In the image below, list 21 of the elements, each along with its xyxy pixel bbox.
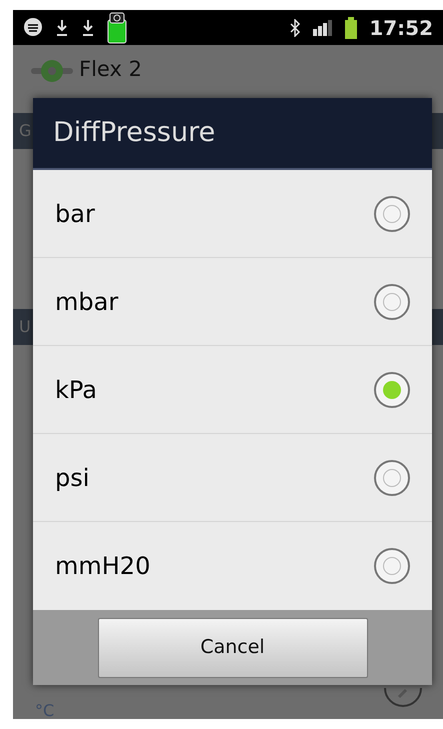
battery-icon (345, 16, 358, 38)
dialog-title: DiffPressure (33, 98, 432, 170)
option-row[interactable]: mbar (33, 258, 432, 346)
option-row[interactable]: bar (33, 170, 432, 258)
download-icon (55, 18, 69, 36)
radio-button[interactable] (374, 460, 410, 496)
cancel-button[interactable]: Cancel (98, 618, 368, 678)
radio-button[interactable] (374, 548, 410, 584)
radio-button[interactable] (374, 372, 410, 408)
app-title: Flex 2 (79, 56, 142, 84)
option-row[interactable]: mmH20 (33, 522, 432, 610)
device-icon (107, 12, 127, 44)
status-time: 17:52 (369, 14, 433, 42)
bluetooth-icon (289, 18, 302, 36)
download-icon (81, 18, 95, 36)
option-row[interactable]: psi (33, 434, 432, 522)
radio-button[interactable] (374, 196, 410, 232)
radio-button[interactable] (374, 284, 410, 320)
signal-icon (313, 20, 334, 36)
option-row[interactable]: kPa (33, 346, 432, 434)
edit-icon (383, 687, 423, 707)
